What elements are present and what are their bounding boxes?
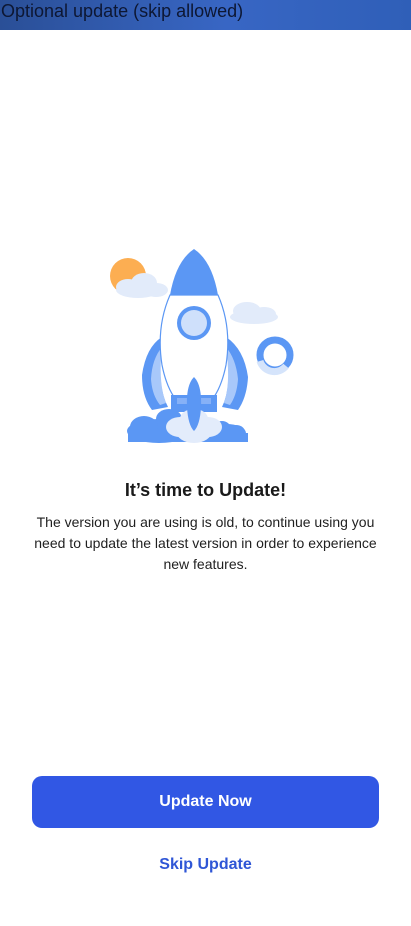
- skip-update-link[interactable]: Skip Update: [0, 854, 411, 876]
- rocket-nose-icon: [170, 249, 218, 295]
- ring-icon: [256, 336, 294, 376]
- top-banner: Optional update (skip allowed): [0, 0, 411, 30]
- update-description: The version you are using is old, to con…: [34, 514, 377, 572]
- page-title: It’s time to Update!: [124, 480, 287, 500]
- banner-label: Optional update (skip allowed): [1, 1, 244, 21]
- right-cloud-icon: [230, 302, 278, 324]
- update-now-button[interactable]: Update Now: [32, 776, 379, 828]
- rocket-illustration: [110, 249, 294, 443]
